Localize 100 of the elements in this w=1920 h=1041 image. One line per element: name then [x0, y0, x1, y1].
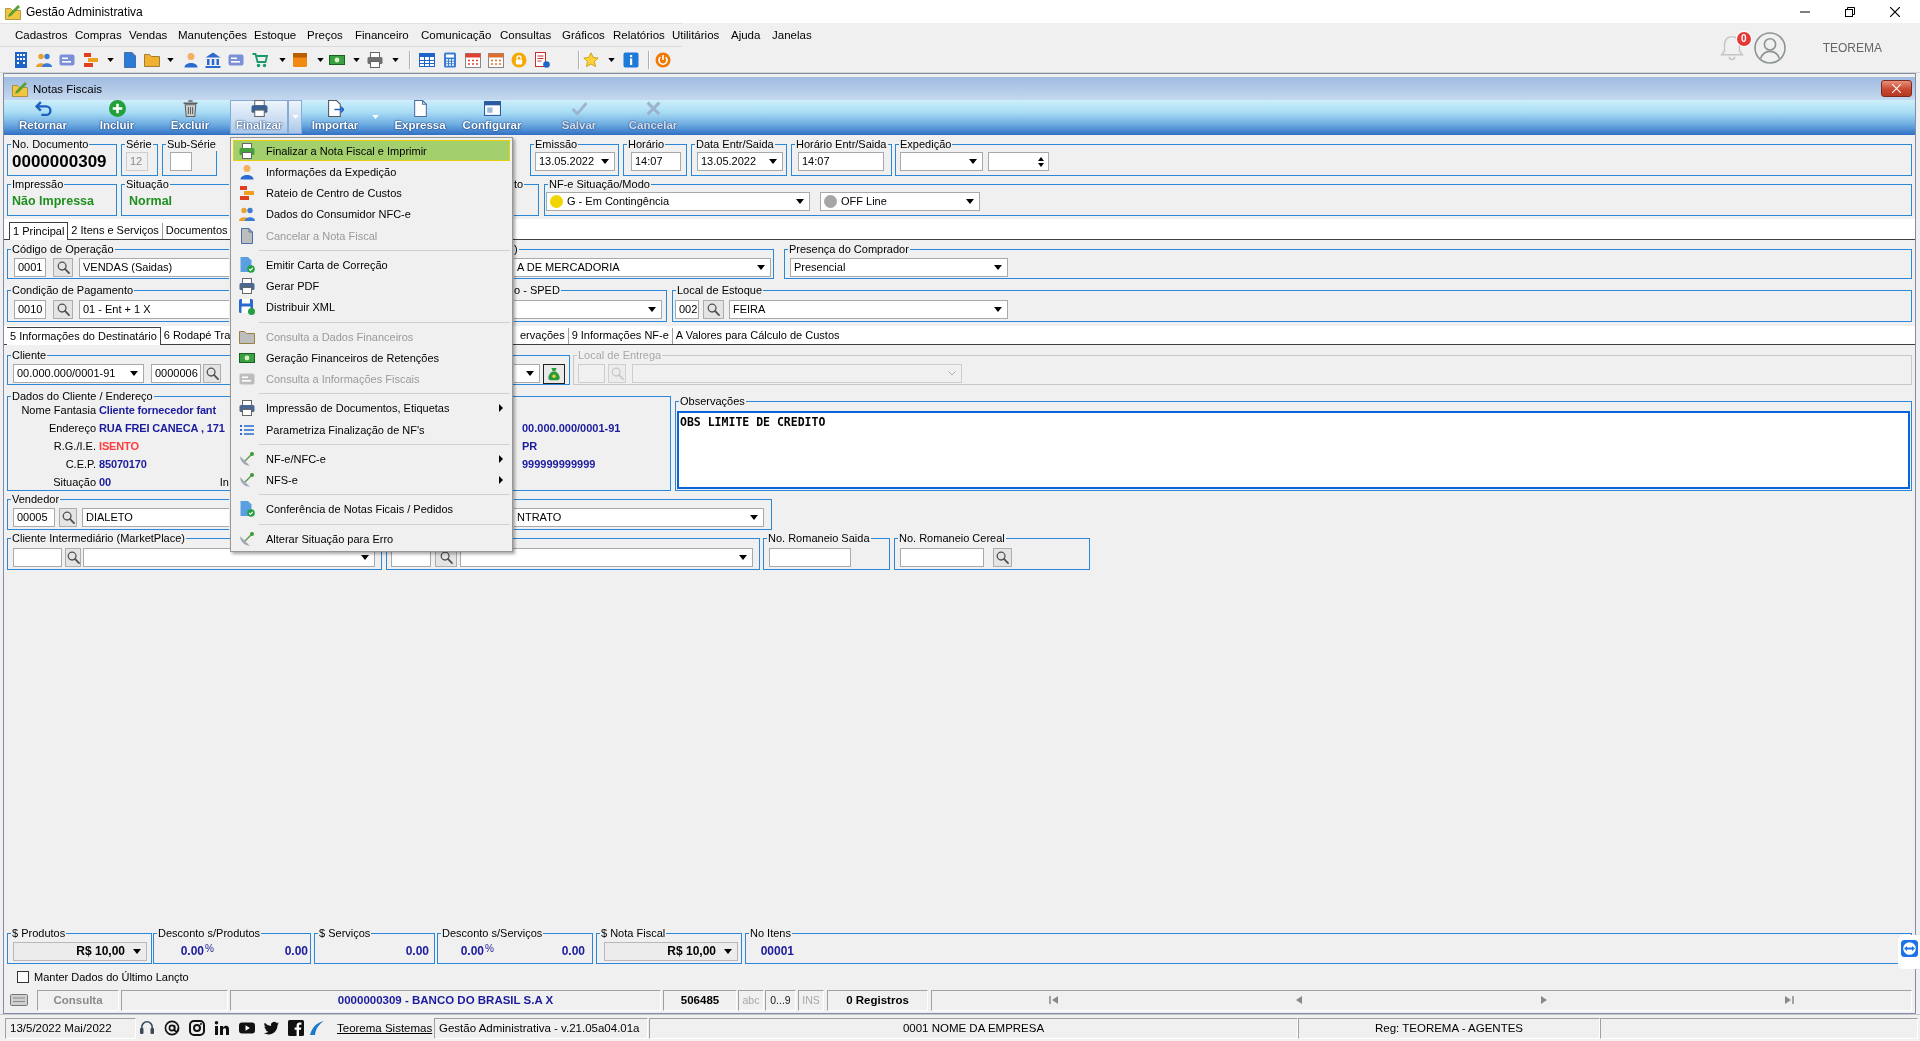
menu-item[interactable]: Emitir Carta de Correção [233, 254, 510, 276]
spin-arrows-icon[interactable] [1038, 156, 1044, 167]
search-button[interactable] [993, 548, 1012, 567]
search-button[interactable] [53, 258, 73, 277]
input-field[interactable] [900, 548, 984, 567]
youtube-icon[interactable] [239, 1020, 255, 1036]
calendar-icon[interactable] [488, 51, 504, 68]
calculator-icon[interactable] [442, 51, 458, 68]
menu-item[interactable]: Distribuir XML [233, 296, 510, 318]
person-icon[interactable] [183, 51, 199, 68]
text-area[interactable]: OBS LIMITE DE CREDITO [677, 411, 1910, 489]
bars-icon[interactable] [83, 51, 99, 68]
checkbox[interactable] [17, 971, 29, 983]
linkedin-icon[interactable] [214, 1020, 230, 1036]
cart-icon[interactable] [252, 51, 268, 68]
dropdown-field[interactable]: OFF Line [820, 192, 980, 211]
info-icon[interactable] [623, 51, 639, 68]
input-field[interactable] [769, 548, 851, 567]
menu-item[interactable]: Informações da Expedição [233, 161, 510, 183]
caret-icon[interactable] [166, 57, 174, 62]
dropdown-field[interactable]: G - Em Contingência [546, 192, 810, 211]
tab[interactable]: 6 Rodapé Tra [160, 328, 234, 344]
bank-icon[interactable] [205, 51, 221, 68]
dropdown-field[interactable] [514, 300, 662, 319]
search-button[interactable] [53, 300, 73, 319]
twitter-icon[interactable] [263, 1020, 279, 1036]
swoosh-icon[interactable] [309, 1020, 325, 1036]
building-icon[interactable] [13, 51, 29, 68]
keyboard-icon[interactable] [10, 994, 28, 1006]
input-field[interactable]: 002 [675, 300, 699, 319]
dropdown-field[interactable] [900, 152, 983, 171]
tab[interactable]: 9 Informações NF-e [567, 328, 672, 344]
menu-item[interactable]: NF-e/NFC-e [233, 448, 510, 470]
menu-item[interactable]: Vendas [129, 29, 174, 41]
menu-item[interactable]: Gerar PDF [233, 275, 510, 297]
dropdown-field[interactable]: NTRATO [514, 508, 764, 527]
dropdown-field[interactable]: R$ 10,00 [604, 942, 738, 961]
money-bag-button[interactable] [543, 364, 565, 384]
tab[interactable]: A Valores para Cálculo de Custos [671, 328, 843, 344]
menu-item[interactable]: Parametriza Finalização de NF's [233, 419, 510, 441]
last-record-icon[interactable] [1783, 995, 1794, 1005]
input-field[interactable]: 0000006 [151, 364, 201, 383]
caret-icon[interactable] [352, 57, 360, 62]
website-link[interactable]: Teorema Sistemas [337, 1022, 430, 1034]
menu-item[interactable]: Relatórios [613, 29, 668, 41]
restore-icon[interactable] [1845, 6, 1855, 17]
folder-icon[interactable] [144, 51, 160, 68]
dropdown-field[interactable]: 00.000.000/0001-91 [13, 364, 144, 383]
box-icon[interactable] [292, 51, 308, 68]
people-icon[interactable] [36, 51, 52, 68]
search-button[interactable] [703, 300, 724, 319]
caret-icon[interactable] [278, 57, 286, 62]
caret-icon[interactable] [316, 57, 324, 62]
menu-item[interactable]: Financeiro [355, 29, 417, 41]
menu-item[interactable]: Alterar Situação para Erro [233, 528, 510, 550]
at-sign-icon[interactable] [164, 1020, 180, 1036]
calendar-icon[interactable] [465, 51, 481, 68]
menu-item[interactable]: Estoque [254, 29, 303, 41]
menu-item[interactable]: Preços [307, 29, 351, 41]
instagram-icon[interactable] [189, 1020, 205, 1036]
caret-icon[interactable] [391, 57, 399, 62]
star-icon[interactable] [583, 51, 599, 68]
user-icon[interactable] [1753, 31, 1786, 64]
menu-item[interactable]: Janelas [772, 29, 813, 41]
spin-field[interactable] [988, 152, 1049, 171]
menu-item[interactable]: Impressão de Documentos, Etiquetas [233, 397, 510, 419]
input-field[interactable] [13, 548, 62, 567]
menu-item[interactable]: Consultas [500, 29, 558, 41]
menu-item[interactable]: Comunicação [421, 29, 496, 41]
dropdown-field[interactable]: A DE MERCADORIA [514, 258, 771, 277]
menu-item[interactable]: Ajuda [731, 29, 768, 41]
input-field[interactable]: 01 - Ent + 1 X [79, 300, 229, 319]
dropdown-field[interactable] [514, 364, 540, 383]
tab[interactable]: ervações [517, 328, 568, 344]
tab[interactable]: 1 Principal [9, 222, 69, 240]
menu-item[interactable]: Utilitários [672, 29, 727, 41]
menu-item[interactable]: Manutenções [178, 29, 250, 41]
menu-item[interactable]: Conferência de Notas Ficais / Pedidos [233, 498, 510, 520]
menu-item[interactable]: Finalizar a Nota Fiscal e Imprimir [233, 140, 510, 162]
printer-icon[interactable] [367, 51, 383, 68]
menu-item[interactable]: Dados do Consumidor NFC-e [233, 203, 510, 225]
caret-icon[interactable] [106, 57, 114, 62]
caret-icon[interactable] [607, 57, 615, 62]
previous-icon[interactable] [1294, 995, 1305, 1005]
facebook-icon[interactable] [288, 1020, 304, 1036]
menu-item[interactable]: Compras [75, 29, 125, 41]
power-icon[interactable] [655, 51, 671, 68]
menu-item[interactable]: Rateio de Centro de Custos [233, 182, 510, 204]
bell-icon[interactable] [1718, 33, 1745, 62]
input-field[interactable]: 0010 [14, 300, 46, 319]
headset-icon[interactable] [139, 1020, 155, 1036]
menu-item[interactable]: Geração Financeiros de Retenções [233, 347, 510, 369]
document-icon[interactable] [122, 51, 138, 68]
input-field[interactable]: 14:07 [631, 152, 681, 171]
input-field[interactable]: VENDAS (Saidas) [79, 258, 229, 277]
input-field[interactable] [170, 152, 192, 171]
input-field[interactable]: DIALETO [82, 508, 229, 527]
close-icon[interactable] [1890, 6, 1900, 17]
dropdown-field[interactable] [83, 548, 375, 567]
input-field[interactable]: 00005 [13, 508, 55, 527]
